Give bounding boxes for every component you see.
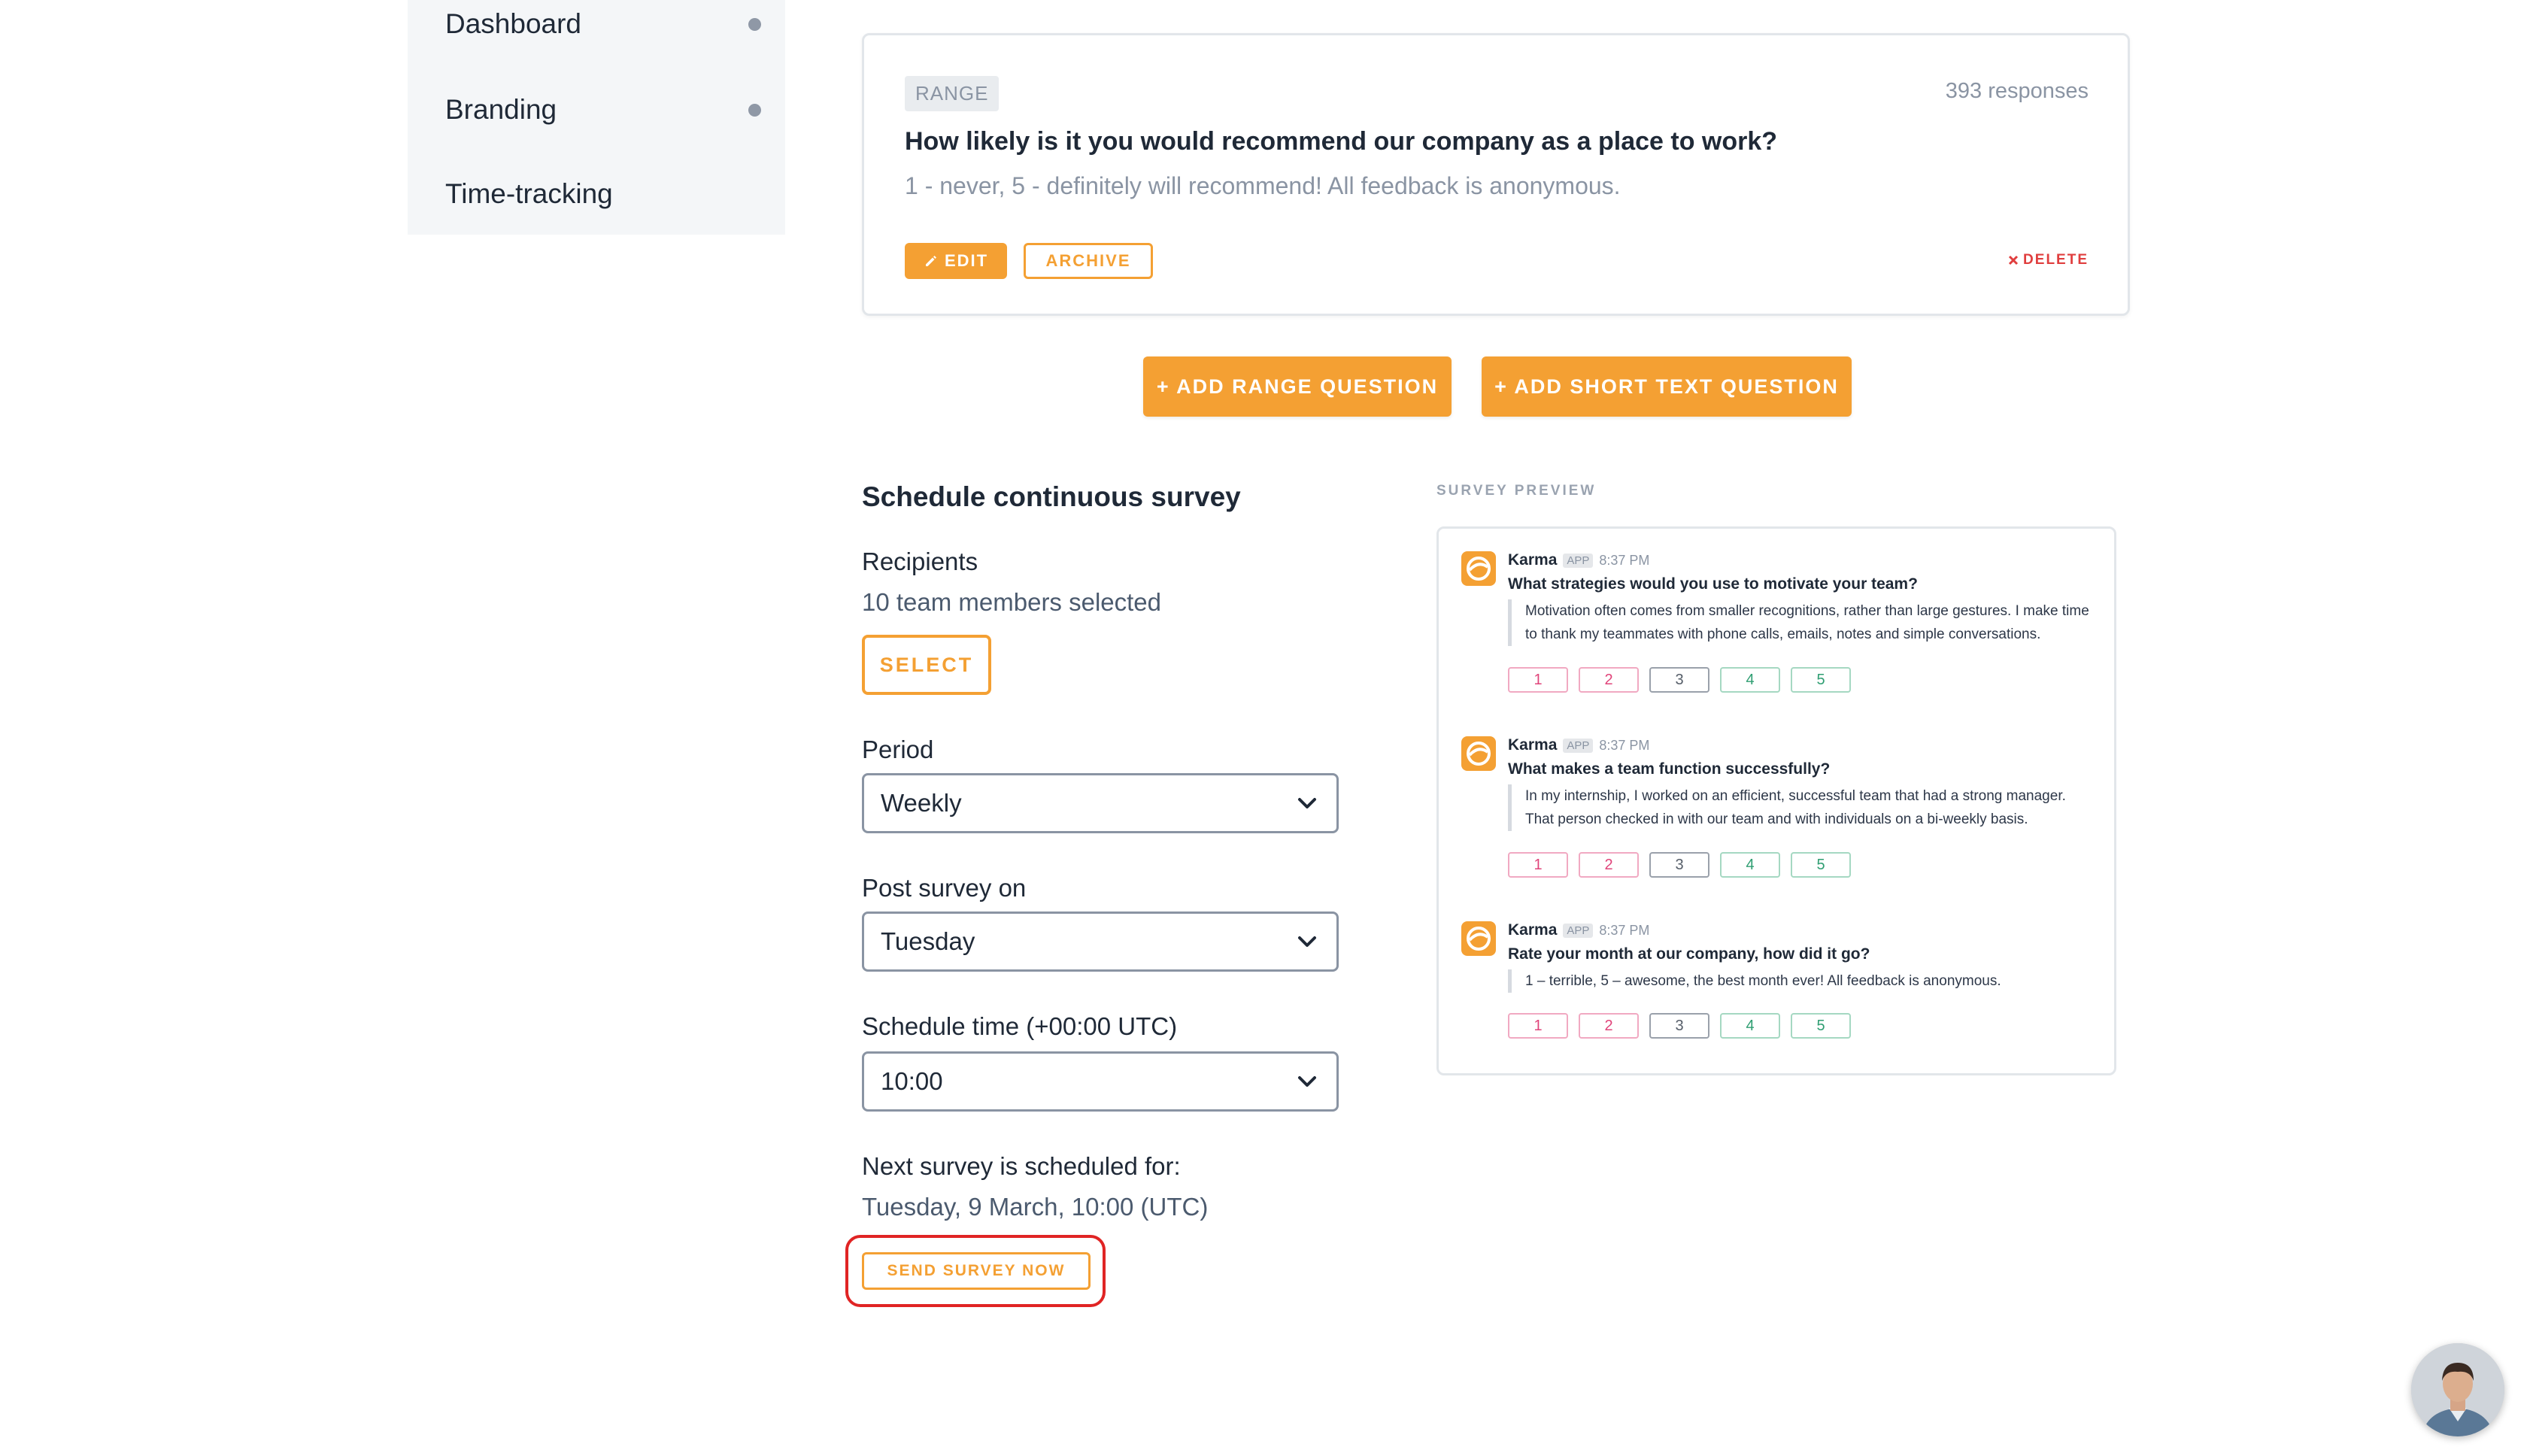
post-survey-select[interactable]: Tuesday xyxy=(862,912,1339,972)
question-card: RANGE 393 responses How likely is it you… xyxy=(862,33,2130,316)
schedule-time-value: 10:00 xyxy=(881,1067,943,1095)
sidebar-item-label: Branding xyxy=(445,94,557,125)
rating-option-2[interactable]: 2 xyxy=(1579,1013,1639,1039)
period-label: Period xyxy=(862,736,934,763)
app-badge: APP xyxy=(1563,738,1594,753)
rating-option-1[interactable]: 1 xyxy=(1508,852,1568,878)
karma-logo-icon xyxy=(1461,551,1496,586)
message-time: 8:37 PM xyxy=(1599,737,1650,753)
close-icon xyxy=(2008,255,2019,265)
survey-preview-label: SURVEY PREVIEW xyxy=(1436,483,1597,499)
preview-message: Karma APP 8:37 PM What strategies would … xyxy=(1461,551,2093,702)
rating-option-4[interactable]: 4 xyxy=(1720,1013,1780,1039)
survey-preview: Karma APP 8:37 PM What strategies would … xyxy=(1436,526,2116,1075)
rating-option-3[interactable]: 3 xyxy=(1649,852,1709,878)
rating-option-3[interactable]: 3 xyxy=(1649,667,1709,693)
archive-button[interactable]: ARCHIVE xyxy=(1024,243,1153,279)
message-question: Rate your month at our company, how did … xyxy=(1508,945,1870,963)
schedule-time-label: Schedule time (+00:00 UTC) xyxy=(862,1012,1178,1040)
sender-name: Karma xyxy=(1508,736,1558,754)
sidebar-item-label: Time-tracking xyxy=(445,178,613,209)
delete-button[interactable]: DELETE xyxy=(2008,252,2089,268)
add-range-question-button[interactable]: + ADD RANGE QUESTION xyxy=(1143,356,1452,417)
status-dot-icon xyxy=(748,17,761,31)
preview-message: Karma APP 8:37 PM What makes a team func… xyxy=(1461,736,2093,887)
post-survey-value: Tuesday xyxy=(881,927,975,955)
responses-count: 393 responses xyxy=(1945,79,2089,103)
pencil-icon xyxy=(925,256,936,266)
app-badge: APP xyxy=(1563,923,1594,938)
rating-option-1[interactable]: 1 xyxy=(1508,1013,1568,1039)
chevron-down-icon xyxy=(1298,798,1316,808)
add-short-text-question-button[interactable]: + ADD SHORT TEXT QUESTION xyxy=(1482,356,1852,417)
recipients-label: Recipients xyxy=(862,548,978,575)
rating-option-4[interactable]: 4 xyxy=(1720,667,1780,693)
delete-label: DELETE xyxy=(2023,252,2089,268)
rating-option-4[interactable]: 4 xyxy=(1720,852,1780,878)
sender-name: Karma xyxy=(1508,551,1558,569)
send-survey-now-button[interactable]: SEND SURVEY NOW xyxy=(862,1252,1091,1290)
select-recipients-button[interactable]: SELECT xyxy=(862,635,991,695)
post-survey-label: Post survey on xyxy=(862,874,1027,902)
chevron-down-icon xyxy=(1298,1076,1316,1087)
message-header: Karma APP 8:37 PM xyxy=(1508,551,1649,569)
karma-logo-icon xyxy=(1461,921,1496,956)
message-quote: 1 – terrible, 5 – awesome, the best mont… xyxy=(1508,969,2095,993)
rating-option-3[interactable]: 3 xyxy=(1649,1013,1709,1039)
message-quote: In my internship, I worked on an efficie… xyxy=(1508,784,2095,831)
recipients-value: 10 team members selected xyxy=(862,588,1162,616)
sender-name: Karma xyxy=(1508,921,1558,939)
message-header: Karma APP 8:37 PM xyxy=(1508,921,1649,939)
sidebar-item-dashboard[interactable]: Dashboard xyxy=(445,2,761,47)
rating-option-5[interactable]: 5 xyxy=(1791,1013,1851,1039)
rating-option-5[interactable]: 5 xyxy=(1791,852,1851,878)
message-time: 8:37 PM xyxy=(1599,922,1650,938)
sidebar: Dashboard Branding Time-tracking xyxy=(408,0,785,235)
question-description: 1 - never, 5 - definitely will recommend… xyxy=(905,172,1621,199)
message-question: What strategies would you use to motivat… xyxy=(1508,575,1918,593)
next-survey-label: Next survey is scheduled for: xyxy=(862,1152,1181,1180)
sidebar-item-branding[interactable]: Branding xyxy=(445,87,761,132)
support-chat-avatar[interactable] xyxy=(2411,1343,2504,1436)
sidebar-item-label: Dashboard xyxy=(445,8,582,39)
rating-option-2[interactable]: 2 xyxy=(1579,852,1639,878)
rating-options: 1 2 3 4 5 xyxy=(1508,1013,1851,1039)
rating-options: 1 2 3 4 5 xyxy=(1508,852,1851,878)
question-title: How likely is it you would recommend our… xyxy=(905,127,1778,156)
message-quote: Motivation often comes from smaller reco… xyxy=(1508,599,2095,646)
message-time: 8:37 PM xyxy=(1599,552,1650,568)
rating-option-5[interactable]: 5 xyxy=(1791,667,1851,693)
rating-option-2[interactable]: 2 xyxy=(1579,667,1639,693)
rating-options: 1 2 3 4 5 xyxy=(1508,667,1851,693)
app-badge: APP xyxy=(1563,553,1594,568)
person-avatar-icon xyxy=(2411,1343,2504,1436)
next-survey-value: Tuesday, 9 March, 10:00 (UTC) xyxy=(862,1193,1209,1221)
message-question: What makes a team function successfully? xyxy=(1508,760,1831,778)
schedule-title: Schedule continuous survey xyxy=(862,481,1241,512)
period-select[interactable]: Weekly xyxy=(862,773,1339,833)
schedule-time-select[interactable]: 10:00 xyxy=(862,1051,1339,1112)
sidebar-item-time-tracking[interactable]: Time-tracking xyxy=(445,171,761,217)
period-value: Weekly xyxy=(881,789,962,817)
chevron-down-icon xyxy=(1298,936,1316,947)
status-dot-icon xyxy=(748,103,761,117)
rating-option-1[interactable]: 1 xyxy=(1508,667,1568,693)
edit-label: EDIT xyxy=(944,251,989,270)
preview-message: Karma APP 8:37 PM Rate your month at our… xyxy=(1461,921,2093,1049)
question-type-badge: RANGE xyxy=(905,76,1000,111)
edit-button[interactable]: EDIT xyxy=(905,243,1007,279)
karma-logo-icon xyxy=(1461,736,1496,771)
message-header: Karma APP 8:37 PM xyxy=(1508,736,1649,754)
